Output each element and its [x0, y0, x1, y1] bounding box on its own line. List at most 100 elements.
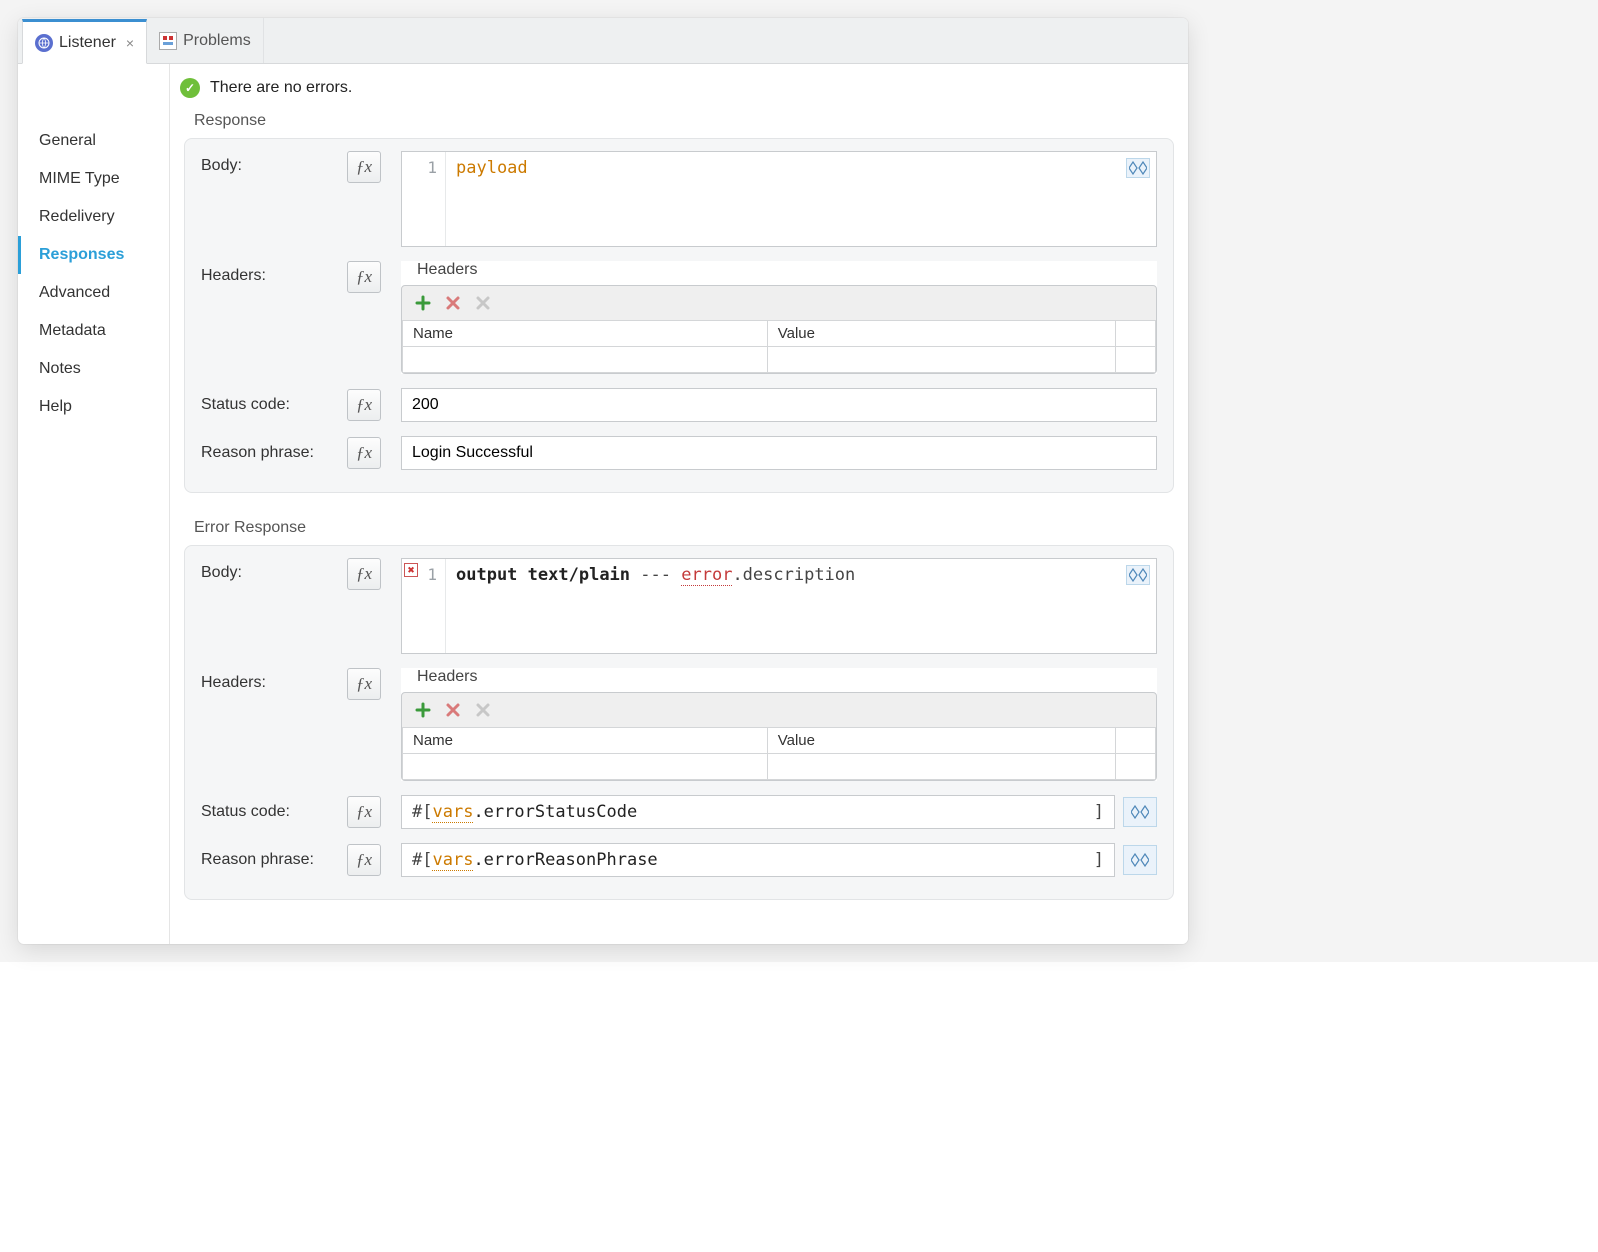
close-icon[interactable]: ×: [126, 35, 134, 51]
error-headers-label: Headers:: [201, 668, 341, 692]
sidebar-item-label: Redelivery: [39, 208, 115, 225]
error-marker-icon: ✖: [404, 563, 418, 577]
line-number: 1: [402, 158, 437, 177]
headers-col-actions: [1116, 728, 1156, 754]
editor-gutter: 1: [402, 152, 446, 246]
section-title-error-response: Error Response: [170, 515, 1188, 545]
delete-disabled-icon: [472, 699, 494, 721]
headers-table[interactable]: Name Value: [402, 727, 1156, 780]
sidebar-item-label: Metadata: [39, 322, 106, 339]
config-window: Listener × Problems General MIME Type Re…: [18, 18, 1188, 944]
sidebar-item-general[interactable]: General: [18, 122, 169, 160]
status-bar: ✓ There are no errors.: [170, 64, 1188, 108]
sidebar-item-notes[interactable]: Notes: [18, 350, 169, 388]
headers-title: Headers: [401, 261, 1157, 285]
editor-content[interactable]: output text/plain --- error.description: [446, 559, 1156, 653]
error-body-label: Body:: [201, 558, 341, 582]
code-token: vars: [432, 850, 473, 871]
tab-problems[interactable]: Problems: [147, 18, 264, 63]
section-title-response: Response: [170, 108, 1188, 138]
error-body-editor[interactable]: ✖ 1 output text/plain --- error.descript…: [401, 558, 1157, 654]
sidebar-item-help[interactable]: Help: [18, 388, 169, 426]
delete-icon[interactable]: [442, 699, 464, 721]
code-token: payload: [456, 158, 528, 178]
fx-button[interactable]: ƒx: [347, 261, 381, 293]
add-icon[interactable]: [412, 292, 434, 314]
code-token: .description: [732, 565, 855, 585]
fx-button[interactable]: ƒx: [347, 844, 381, 876]
sidebar-item-metadata[interactable]: Metadata: [18, 312, 169, 350]
table-row[interactable]: [403, 754, 1156, 780]
sidebar-item-label: Help: [39, 398, 72, 415]
delete-disabled-icon: [472, 292, 494, 314]
tab-listener-label: Listener: [59, 34, 116, 52]
editor-content[interactable]: payload: [446, 152, 1156, 246]
tab-problems-label: Problems: [183, 32, 251, 50]
fx-button[interactable]: ƒx: [347, 437, 381, 469]
headers-toolbar: [402, 286, 1156, 320]
code-token: #[: [412, 802, 432, 822]
code-token: output: [456, 565, 517, 585]
sidebar-item-label: Advanced: [39, 284, 110, 301]
sidebar-item-advanced[interactable]: Advanced: [18, 274, 169, 312]
headers-col-value[interactable]: Value: [767, 728, 1115, 754]
error-reason-phrase-label: Reason phrase:: [201, 851, 341, 869]
status-message: There are no errors.: [210, 79, 352, 97]
tab-listener[interactable]: Listener ×: [22, 19, 147, 64]
dataweave-icon[interactable]: [1123, 845, 1157, 875]
dataweave-icon[interactable]: [1123, 797, 1157, 827]
headers-col-actions: [1116, 321, 1156, 347]
fx-button[interactable]: ƒx: [347, 558, 381, 590]
headers-table[interactable]: Name Value: [402, 320, 1156, 373]
sidebar-item-label: General: [39, 132, 96, 149]
problems-icon: [159, 32, 177, 50]
check-icon: ✓: [180, 78, 200, 98]
response-reason-phrase-input[interactable]: [401, 436, 1157, 470]
fx-button[interactable]: ƒx: [347, 796, 381, 828]
code-token: .errorReasonPhrase: [473, 850, 657, 870]
add-icon[interactable]: [412, 699, 434, 721]
code-token: ]: [1094, 802, 1104, 822]
code-token: text/plain: [528, 565, 630, 585]
response-section: Body: ƒx 1 payload Headers:: [184, 138, 1174, 493]
code-token: vars: [432, 802, 473, 823]
error-status-code-label: Status code:: [201, 803, 341, 821]
sidebar-item-label: MIME Type: [39, 170, 120, 187]
error-status-code-input[interactable]: #[ vars .errorStatusCode ]: [401, 795, 1115, 829]
code-token: ---: [640, 565, 671, 585]
dataweave-icon[interactable]: [1126, 158, 1150, 178]
code-token: ]: [1094, 850, 1104, 870]
fx-button[interactable]: ƒx: [347, 151, 381, 183]
headers-col-name[interactable]: Name: [403, 321, 768, 347]
globe-icon: [35, 34, 53, 52]
main-panel: ✓ There are no errors. Response Body: ƒx…: [170, 64, 1188, 944]
code-token: .errorStatusCode: [473, 802, 637, 822]
sidebar-item-responses[interactable]: Responses: [18, 236, 169, 274]
table-row[interactable]: [403, 347, 1156, 373]
response-status-code-label: Status code:: [201, 396, 341, 414]
code-token: #[: [412, 850, 432, 870]
headers-col-value[interactable]: Value: [767, 321, 1115, 347]
sidebar-item-label: Responses: [39, 246, 124, 263]
error-response-section: Body: ƒx ✖ 1 output text/plain --- error…: [184, 545, 1174, 900]
headers-box: Name Value: [401, 692, 1157, 781]
headers-toolbar: [402, 693, 1156, 727]
response-body-editor[interactable]: 1 payload: [401, 151, 1157, 247]
fx-button[interactable]: ƒx: [347, 389, 381, 421]
error-reason-phrase-input[interactable]: #[ vars .errorReasonPhrase ]: [401, 843, 1115, 877]
fx-button[interactable]: ƒx: [347, 668, 381, 700]
response-status-code-input[interactable]: [401, 388, 1157, 422]
sidebar-item-redelivery[interactable]: Redelivery: [18, 198, 169, 236]
sidebar-item-mime-type[interactable]: MIME Type: [18, 160, 169, 198]
headers-title: Headers: [401, 668, 1157, 692]
dataweave-icon[interactable]: [1126, 565, 1150, 585]
code-token: error: [681, 565, 732, 586]
tab-bar: Listener × Problems: [18, 18, 1188, 64]
sidebar-item-label: Notes: [39, 360, 81, 377]
response-headers-label: Headers:: [201, 261, 341, 285]
response-reason-phrase-label: Reason phrase:: [201, 444, 341, 462]
delete-icon[interactable]: [442, 292, 464, 314]
response-body-label: Body:: [201, 151, 341, 175]
headers-box: Name Value: [401, 285, 1157, 374]
headers-col-name[interactable]: Name: [403, 728, 768, 754]
